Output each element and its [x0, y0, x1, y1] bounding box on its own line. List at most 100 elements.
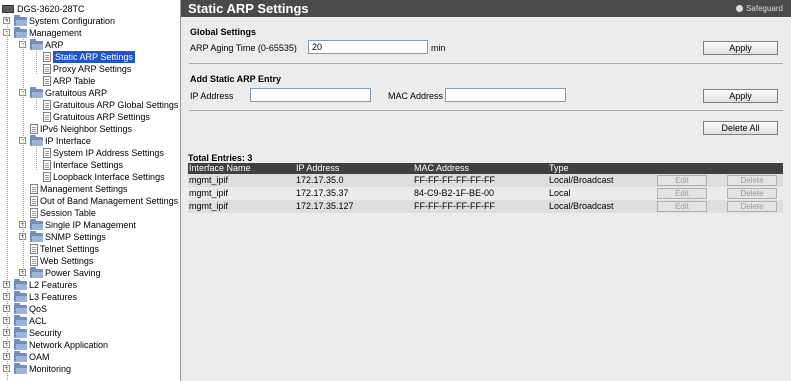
page-title: Static ARP Settings — [188, 1, 309, 16]
page-icon — [30, 196, 38, 206]
folder-icon — [14, 279, 27, 290]
total-entries: Total Entries: 3 — [188, 153, 253, 163]
tree-item-label: Management — [29, 28, 82, 38]
tree-item-static-arp-settings[interactable]: Static ARP Settings — [0, 51, 180, 63]
tree-item-label: Network Application — [29, 340, 109, 350]
tree-item-web-settings[interactable]: Web Settings — [0, 255, 180, 267]
tree-item-label: Single IP Management — [45, 220, 136, 230]
folder-icon — [14, 327, 27, 338]
tree-item-gratuitous-arp-global-settings[interactable]: Gratuitous ARP Global Settings — [0, 99, 180, 111]
tree-item-label: Gratuitous ARP — [45, 88, 108, 98]
mac-address-input[interactable] — [445, 88, 566, 102]
table-header-row: Interface Name IP Address MAC Address Ty… — [188, 163, 783, 174]
tree-item-label: Web Settings — [40, 256, 94, 266]
folder-icon — [14, 303, 27, 314]
tree-item-oam[interactable]: + OAM — [0, 351, 180, 363]
folder-icon — [14, 339, 27, 350]
tree-item-monitoring[interactable]: + Monitoring — [0, 363, 180, 375]
tree-item-network-application[interactable]: + Network Application — [0, 339, 180, 351]
page-icon — [43, 100, 51, 110]
edit-button[interactable]: Edit — [657, 188, 707, 199]
cell-mac: FF-FF-FF-FF-FF-FF — [413, 174, 548, 187]
ip-address-label: IP Address — [190, 91, 234, 101]
tree-item-qos[interactable]: + QoS — [0, 303, 180, 315]
page-icon — [30, 124, 38, 134]
cell-ip: 172.17.35.127 — [295, 200, 413, 213]
cell-type: Local/Broadcast — [548, 174, 656, 187]
tree-item-interface-settings[interactable]: Interface Settings — [0, 159, 180, 171]
page-icon — [43, 172, 51, 182]
edit-button[interactable]: Edit — [657, 175, 707, 186]
aging-time-label: ARP Aging Time (0-65535) — [190, 43, 297, 53]
delete-all-button[interactable]: Delete All — [703, 121, 778, 135]
tree-item-label: QoS — [29, 304, 48, 314]
page-icon — [43, 76, 51, 86]
tree-item-label: Gratuitous ARP Global Settings — [53, 100, 179, 110]
tree-item-session-table[interactable]: Session Table — [0, 207, 180, 219]
folder-icon — [14, 291, 27, 302]
tree-item-ipv6-neighbor-settings[interactable]: IPv6 Neighbor Settings — [0, 123, 180, 135]
cell-type: Local — [548, 187, 656, 200]
folder-icon — [14, 27, 27, 38]
add-entry-apply-button[interactable]: Apply — [703, 89, 778, 103]
tree-item-l2-features[interactable]: + L2 Features — [0, 279, 180, 291]
ip-address-input[interactable] — [250, 88, 371, 102]
main-panel: Static ARP Settings Safeguard Global Set… — [181, 0, 791, 381]
page-icon — [30, 256, 38, 266]
tree-item-loopback-interface-settings[interactable]: Loopback Interface Settings — [0, 171, 180, 183]
tree-item-l3-features[interactable]: + L3 Features — [0, 291, 180, 303]
tree-item-snmp-settings[interactable]: + SNMP Settings — [0, 231, 180, 243]
table-row: mgmt_ipif 172.17.35.0 FF-FF-FF-FF-FF-FF … — [188, 174, 783, 187]
tree-item-proxy-arp-settings[interactable]: Proxy ARP Settings — [0, 63, 180, 75]
tree-item-acl[interactable]: + ACL — [0, 315, 180, 327]
cell-type: Local/Broadcast — [548, 200, 656, 213]
tree-item-gratuitous-arp[interactable]: - Gratuitous ARP — [0, 87, 180, 99]
tree-item-label: L3 Features — [29, 292, 78, 302]
tree-item-out-of-band-management-settings[interactable]: Out of Band Management Settings — [0, 195, 180, 207]
tree-item-management-settings[interactable]: Management Settings — [0, 183, 180, 195]
mac-address-label: MAC Address — [388, 91, 444, 101]
arp-table: Interface Name IP Address MAC Address Ty… — [188, 163, 783, 213]
tree-item-label: OAM — [29, 352, 50, 362]
safeguard-label: Safeguard — [746, 4, 783, 13]
delete-button[interactable]: Delete — [727, 175, 777, 186]
tree-item-label: Telnet Settings — [40, 244, 100, 254]
page-icon — [30, 208, 38, 218]
tree-connector — [23, 32, 24, 278]
switch-icon — [2, 5, 14, 13]
table-row: mgmt_ipif 172.17.35.127 FF-FF-FF-FF-FF-F… — [188, 200, 783, 213]
tree-item-label: Static ARP Settings — [53, 51, 135, 63]
tree-item-ip-interface[interactable]: - IP Interface — [0, 135, 180, 147]
tree-item-label: System Configuration — [29, 16, 116, 26]
cell-delete: Delete — [726, 174, 783, 187]
tree-item-arp-table[interactable]: ARP Table — [0, 75, 180, 87]
aging-time-input[interactable] — [308, 40, 428, 54]
cell-interface: mgmt_ipif — [188, 200, 295, 213]
delete-button[interactable]: Delete — [727, 188, 777, 199]
tree-root-label: DGS-3620-28TC — [17, 4, 85, 14]
tree-item-label: SNMP Settings — [45, 232, 106, 242]
global-apply-button[interactable]: Apply — [703, 41, 778, 55]
tree-item-label: Loopback Interface Settings — [53, 172, 165, 182]
divider — [189, 110, 783, 111]
delete-button[interactable]: Delete — [727, 201, 777, 212]
tree-item-power-saving[interactable]: + Power Saving — [0, 267, 180, 279]
page-icon — [43, 112, 51, 122]
table-row: mgmt_ipif 172.17.35.37 84-C9-B2-1F-BE-00… — [188, 187, 783, 200]
title-bar: Static ARP Settings Safeguard — [181, 0, 791, 17]
tree-item-label: Security — [29, 328, 62, 338]
tree-item-arp[interactable]: - ARP — [0, 39, 180, 51]
tree-item-management[interactable]: - Management — [0, 27, 180, 39]
tree-item-security[interactable]: + Security — [0, 327, 180, 339]
cell-mac: 84-C9-B2-1F-BE-00 — [413, 187, 548, 200]
tree-item-label: Session Table — [40, 208, 96, 218]
tree-item-telnet-settings[interactable]: Telnet Settings — [0, 243, 180, 255]
folder-icon — [30, 231, 43, 242]
tree-item-single-ip-management[interactable]: + Single IP Management — [0, 219, 180, 231]
tree-item-gratuitous-arp-settings[interactable]: Gratuitous ARP Settings — [0, 111, 180, 123]
safeguard-indicator: Safeguard — [736, 3, 783, 14]
add-entry-title: Add Static ARP Entry — [190, 74, 282, 84]
tree-item-system-configuration[interactable]: + System Configuration — [0, 15, 180, 27]
edit-button[interactable]: Edit — [657, 201, 707, 212]
tree-item-system-ip-address-settings[interactable]: System IP Address Settings — [0, 147, 180, 159]
